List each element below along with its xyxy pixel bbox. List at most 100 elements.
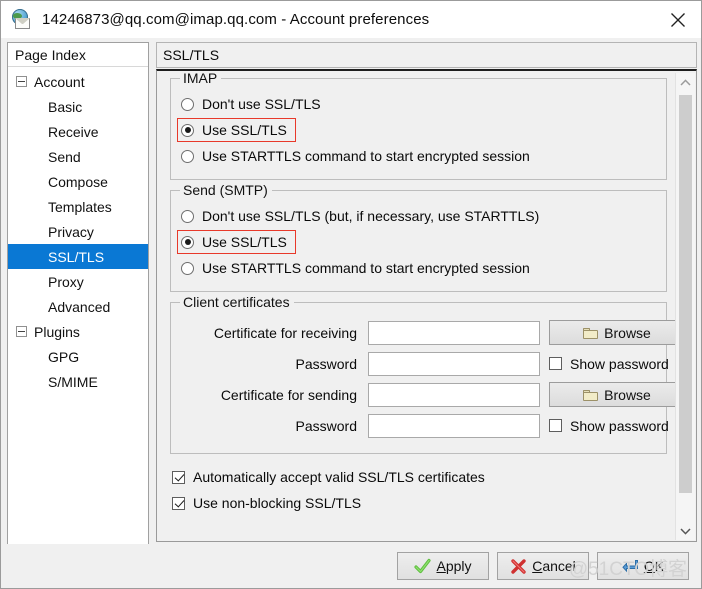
sidebar-item-label: Compose — [48, 173, 108, 190]
imap-radio-list[interactable]: Don't use SSL/TLS Use SSL/TLS Use STARTTLS… — [177, 91, 656, 169]
page-index-header: Page Index — [8, 43, 148, 67]
radio-icon[interactable] — [181, 123, 194, 137]
smtp-radio-label: Use SSL/TLS — [202, 234, 287, 250]
sidebar-item-label: SSL/TLS — [48, 248, 105, 265]
scrollbar-thumb[interactable] — [679, 95, 692, 493]
ssl-option-label: Automatically accept valid SSL/TLS certi… — [193, 469, 485, 485]
sidebar-item-label: Advanced — [48, 298, 111, 315]
cert-row-input-0[interactable] — [368, 320, 540, 345]
sidebar-item-label: Basic — [48, 98, 83, 115]
ssl-options-checkbox-list[interactable]: Automatically accept valid SSL/TLS certi… — [172, 464, 675, 516]
sidebar-item-advanced[interactable]: Advanced — [8, 294, 148, 319]
sidebar-item-privacy[interactable]: Privacy — [8, 219, 148, 244]
smtp-radio-label: Don't use SSL/TLS (but, if necessary, us… — [202, 208, 540, 224]
client-certificates-group: Client certificates Certificate for rece… — [170, 294, 685, 454]
scroll-down-icon[interactable] — [676, 522, 695, 540]
imap-radio-label: Use STARTTLS command to start encrypted … — [202, 148, 530, 164]
imap-radio-label: Don't use SSL/TLS — [202, 96, 321, 112]
folder-icon — [583, 327, 599, 339]
ok-button[interactable]: OK — [597, 552, 689, 580]
smtp-radio-list[interactable]: Don't use SSL/TLS (but, if necessary, us… — [177, 203, 656, 281]
sidebar-item-plugins[interactable]: Plugins — [8, 319, 148, 344]
folder-icon — [583, 389, 599, 401]
imap-radio-1[interactable]: Use SSL/TLS — [177, 117, 656, 143]
sidebar-item-label: Plugins — [34, 323, 80, 340]
title-bar: 14246873@qq.com@imap.qq.com - Account pr… — [1, 1, 701, 38]
cancel-button-label: Cancel — [532, 558, 576, 574]
sidebar-item-label: Proxy — [48, 273, 84, 290]
checkbox-icon[interactable] — [549, 357, 562, 370]
tree-collapse-icon[interactable] — [16, 76, 27, 87]
smtp-radio-0[interactable]: Don't use SSL/TLS (but, if necessary, us… — [181, 203, 656, 229]
imap-group-title: IMAP — [180, 71, 222, 86]
checkbox-icon[interactable] — [172, 496, 185, 510]
imap-group: IMAP Don't use SSL/TLS Use SSL/TLS Use STA… — [170, 71, 667, 180]
radio-icon[interactable] — [181, 261, 194, 275]
ssl-option-label: Use non-blocking SSL/TLS — [193, 495, 362, 511]
browse-button-2[interactable]: Browse — [549, 382, 685, 407]
smtp-group: Send (SMTP) Don't use SSL/TLS (but, if n… — [170, 182, 667, 292]
browse-button-0[interactable]: Browse — [549, 320, 685, 345]
blue-enter-icon — [622, 559, 638, 572]
show-password-checkbox-3[interactable]: Show password — [549, 418, 685, 434]
smtp-radio-1[interactable]: Use SSL/TLS — [177, 229, 656, 255]
cert-row-input-3[interactable] — [368, 413, 540, 438]
sidebar-item-label: Privacy — [48, 223, 94, 240]
imap-radio-label: Use SSL/TLS — [202, 122, 287, 138]
sidebar-item-compose[interactable]: Compose — [8, 169, 148, 194]
scroll-content: IMAP Don't use SSL/TLS Use SSL/TLS Use STA… — [157, 71, 685, 541]
scroll-up-icon[interactable] — [676, 73, 695, 91]
cert-row-label: Password — [295, 355, 357, 372]
checkbox-icon[interactable] — [549, 419, 562, 432]
radio-icon[interactable] — [181, 235, 194, 249]
imap-radio-2[interactable]: Use STARTTLS command to start encrypted … — [181, 143, 656, 169]
cert-row-input-1[interactable] — [368, 351, 540, 376]
mail-globe-icon — [11, 8, 33, 31]
radio-icon[interactable] — [181, 149, 194, 163]
radio-icon[interactable] — [181, 97, 194, 111]
apply-button[interactable]: Apply — [397, 552, 489, 580]
cancel-button[interactable]: Cancel — [497, 552, 589, 580]
sidebar-item-ssl-tls[interactable]: SSL/TLS — [8, 244, 148, 269]
close-icon[interactable] — [655, 1, 701, 38]
vertical-scrollbar[interactable] — [675, 73, 695, 540]
sidebar-item-label: Account — [34, 73, 85, 90]
radio-icon[interactable] — [181, 209, 194, 223]
apply-button-label: Apply — [436, 558, 472, 574]
browse-button-label: Browse — [604, 386, 651, 403]
sidebar-item-gpg[interactable]: GPG — [8, 344, 148, 369]
cert-row-label: Password — [295, 417, 357, 434]
page-index-tree[interactable]: Account Basic Receive Send Compose Templates P… — [8, 67, 148, 394]
smtp-radio-label: Use STARTTLS command to start encrypted … — [202, 260, 530, 276]
sidebar-item-basic[interactable]: Basic — [8, 94, 148, 119]
sidebar-item-label: Receive — [48, 123, 99, 140]
checkbox-icon[interactable] — [172, 470, 185, 484]
smtp-radio-2[interactable]: Use STARTTLS command to start encrypted … — [181, 255, 656, 281]
show-password-checkbox-1[interactable]: Show password — [549, 356, 685, 372]
ssl-option-checkbox-0[interactable]: Automatically accept valid SSL/TLS certi… — [172, 464, 675, 490]
sidebar-item-send[interactable]: Send — [8, 144, 148, 169]
browse-button-label: Browse — [604, 324, 651, 341]
account-preferences-window: 14246873@qq.com@imap.qq.com - Account pr… — [0, 0, 702, 589]
red-x-icon — [511, 558, 526, 574]
page-index-panel: Page Index Account Basic Receive Send Compos… — [7, 42, 149, 546]
ssl-option-checkbox-1[interactable]: Use non-blocking SSL/TLS — [172, 490, 675, 516]
sidebar-item-label: Send — [48, 148, 81, 165]
sidebar-item-label: GPG — [48, 348, 80, 365]
smtp-group-title: Send (SMTP) — [180, 182, 272, 198]
sidebar-item-proxy[interactable]: Proxy — [8, 269, 148, 294]
client-certificates-group-title: Client certificates — [180, 294, 294, 310]
cert-row-input-2[interactable] — [368, 382, 540, 407]
sidebar-item-templates[interactable]: Templates — [8, 194, 148, 219]
dialog-button-bar: Apply Cancel OK @51CTO博客 — [1, 544, 701, 588]
imap-radio-0[interactable]: Don't use SSL/TLS — [181, 91, 656, 117]
client-certificates-grid: Certificate for receiving Browse Password S… — [181, 317, 685, 441]
sidebar-item-receive[interactable]: Receive — [8, 119, 148, 144]
window-title: 14246873@qq.com@imap.qq.com - Account pr… — [42, 11, 430, 28]
show-password-label: Show password — [570, 417, 669, 434]
sidebar-item-s-mime[interactable]: S/MIME — [8, 369, 148, 394]
ok-button-label: OK — [643, 558, 665, 574]
sidebar-item-account[interactable]: Account — [8, 69, 148, 94]
tree-collapse-icon[interactable] — [16, 326, 27, 337]
page-title-label: SSL/TLS — [163, 47, 220, 63]
